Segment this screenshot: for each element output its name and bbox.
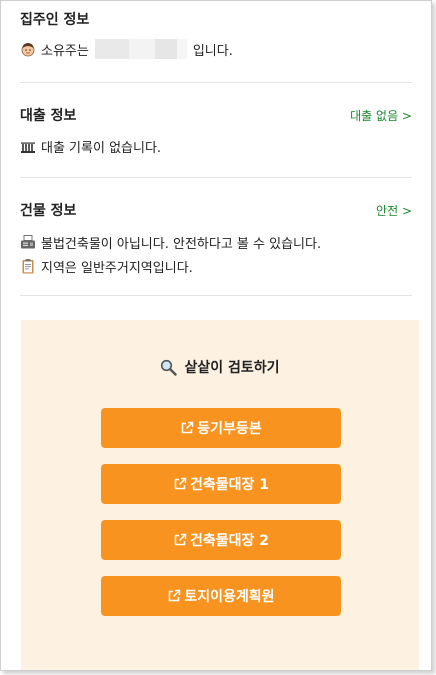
- fax-icon: [20, 234, 36, 250]
- building-ledger-2-label: 건축물대장 2: [189, 533, 269, 549]
- land-use-plan-label: 토지이용계획원: [184, 589, 275, 605]
- registry-copy-button[interactable]: 등기부등본: [101, 408, 341, 448]
- review-title-row: 샅샅이 검토하기: [21, 356, 419, 378]
- loan-section-title: 대출 정보: [20, 108, 77, 124]
- owner-text-before: 소유주는: [41, 43, 89, 59]
- external-link-icon: [173, 533, 187, 547]
- loan-text: 대출 기록이 없습니다.: [41, 140, 162, 156]
- building-zone-text: 지역은 일반주거지역입니다.: [41, 260, 193, 276]
- registry-copy-label: 등기부등본: [197, 421, 262, 437]
- building-legal-text: 불법건축물이 아닙니다. 안전하다고 볼 수 있습니다.: [41, 236, 322, 252]
- loan-status-link[interactable]: 대출 없음 >: [350, 107, 412, 124]
- building-ledger-1-label: 건축물대장 1: [189, 477, 269, 493]
- divider: [20, 295, 412, 296]
- building-line-zone: 지역은 일반주거지역입니다.: [20, 256, 412, 276]
- clipboard-icon: [20, 258, 36, 274]
- building-ledger-1-button[interactable]: 건축물대장 1: [101, 464, 341, 504]
- external-link-icon: [173, 477, 187, 491]
- review-panel: 샅샅이 검토하기 등기부등본 건축물대장 1 건축물대장 2 토지이용계획원: [21, 320, 419, 670]
- person-face-icon: [20, 41, 36, 57]
- magnifier-icon: [160, 359, 178, 376]
- loan-row: 대출 기록이 없습니다.: [20, 136, 412, 156]
- owner-name-masked: [94, 39, 187, 59]
- owner-section-title: 집주인 정보: [20, 12, 90, 28]
- land-use-plan-button[interactable]: 토지이용계획원: [101, 576, 341, 616]
- building-section-title: 건물 정보: [20, 203, 77, 219]
- owner-section: 집주인 정보 소유주는 입니다.: [20, 9, 412, 59]
- bank-icon: [20, 138, 36, 154]
- external-link-icon: [180, 421, 194, 435]
- owner-text-after: 입니다.: [192, 43, 233, 59]
- building-status-link[interactable]: 안전 >: [376, 202, 412, 219]
- review-title: 샅샅이 검토하기: [184, 360, 280, 376]
- divider: [20, 177, 412, 178]
- building-section: 건물 정보 안전 > 불법건축물이 아닙니다. 안전하다고 볼 수 있습니다.: [20, 200, 412, 276]
- building-ledger-2-button[interactable]: 건축물대장 2: [101, 520, 341, 560]
- divider: [20, 82, 412, 83]
- loan-section: 대출 정보 대출 없음 > 대출 기록이 없습니다.: [20, 105, 412, 156]
- owner-row: 소유주는 입니다.: [20, 39, 412, 59]
- building-line-legal: 불법건축물이 아닙니다. 안전하다고 볼 수 있습니다.: [20, 232, 412, 252]
- info-card: 집주인 정보 소유주는 입니다. 대출 정보 대출 없음 > 대출 기록이 없습…: [0, 0, 432, 671]
- external-link-icon: [167, 589, 181, 603]
